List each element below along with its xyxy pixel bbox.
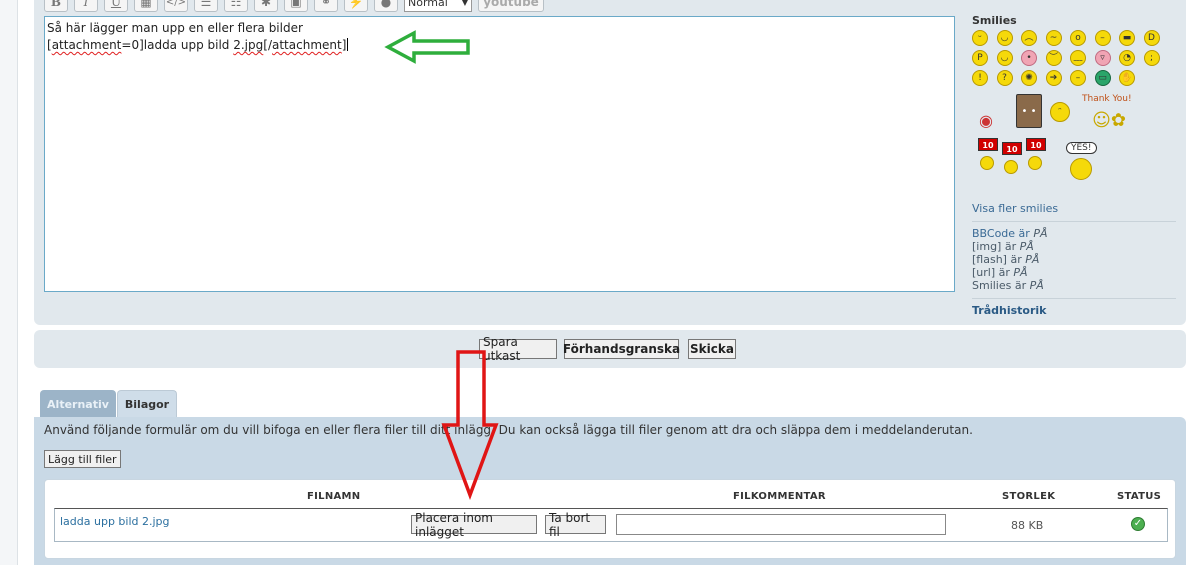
quote-icon[interactable]: ▦: [134, 0, 158, 12]
filename-header: FILNAMN: [307, 491, 361, 502]
tongue-icon[interactable]: P: [972, 50, 988, 66]
link-icon[interactable]: ⚭: [314, 0, 338, 12]
file-name[interactable]: ladda upp bild 2.jpg: [60, 515, 170, 528]
font-size-select[interactable]: Normal ▼: [404, 0, 472, 12]
grin-icon[interactable]: ◡: [996, 30, 1013, 46]
size-header: STORLEK: [1002, 491, 1056, 502]
sidebar-divider: [972, 221, 1176, 222]
big-smilies-area: ◉ • • ᵔ Thank You! ☺✿ 10 10 10 YES!: [972, 94, 1176, 202]
bold-button[interactable]: B: [44, 0, 68, 12]
tab-options[interactable]: Alternativ: [40, 390, 116, 418]
smilies-title: Smilies: [972, 14, 1017, 27]
sidebar-divider-2: [972, 298, 1176, 299]
submit-button[interactable]: Skicka: [688, 339, 736, 359]
table-row: ladda upp bild 2.jpg Placera inom inlägg…: [54, 508, 1168, 542]
preview-button[interactable]: Förhandsgranska: [563, 339, 680, 359]
attachments-table: FILNAMN FILKOMMENTAR STORLEK STATUS ladd…: [44, 479, 1176, 559]
sad-icon[interactable]: ︵: [1021, 30, 1037, 46]
happy-icon[interactable]: ◡: [996, 50, 1013, 66]
editor-sidebar: Smilies ᵕ ◡ ︵ ~ o – ▬ D P ◡ • ︶ ﹏ ▿ ◔ ; …: [972, 14, 1176, 317]
idea-icon[interactable]: ✺: [1021, 70, 1037, 86]
color-icon[interactable]: ●: [374, 0, 398, 12]
message-line-1: Så här lägger man upp en eller flera bil…: [47, 21, 303, 35]
flash-status: [flash] är PÅ: [972, 253, 1040, 266]
smilie-grid: ᵕ ◡ ︵ ~ o – ▬ D P ◡ • ︶ ﹏ ▿ ◔ ; ! ? ✺ ➔ …: [972, 30, 1176, 86]
green-arrow-annotation: [384, 30, 470, 64]
bag-head-icon[interactable]: • •: [1016, 94, 1042, 128]
worried-icon[interactable]: ﹏: [1070, 50, 1086, 66]
code-icon[interactable]: </>: [164, 0, 188, 12]
red-arrow-annotation: [441, 350, 499, 500]
neutral-face-icon[interactable]: –: [1070, 70, 1086, 86]
flash-icon[interactable]: ⚡: [344, 0, 368, 12]
img-status: [img] är PÅ: [972, 240, 1034, 253]
question-icon[interactable]: ?: [996, 70, 1013, 86]
ordered-list-icon[interactable]: ☷: [224, 0, 248, 12]
exclaim-icon[interactable]: !: [972, 70, 988, 86]
attachments-description: Använd följande formulär om du vill bifo…: [44, 423, 973, 437]
status-header: STATUS: [1117, 491, 1162, 502]
confused-icon[interactable]: ~: [1045, 30, 1062, 46]
place-inline-button[interactable]: Placera inom inlägget: [411, 511, 537, 539]
tab-attachments[interactable]: Bilagor: [117, 390, 177, 418]
chevron-down-icon: ▼: [461, 0, 468, 7]
attachments-panel: Använd följande formulär om du vill bifo…: [34, 417, 1186, 565]
left-page-border: [0, 0, 18, 565]
shocked-icon[interactable]: o: [1070, 30, 1086, 46]
list-icon[interactable]: ☰: [194, 0, 218, 12]
submit-button-bar: Spara utkast Förhandsgranska Skicka: [34, 330, 1186, 368]
laugh-icon[interactable]: D: [1143, 30, 1160, 46]
underline-button[interactable]: U: [104, 0, 128, 12]
cool-icon[interactable]: ▬: [1119, 30, 1135, 46]
wave-icon[interactable]: ✋: [1119, 70, 1135, 86]
add-files-button[interactable]: Lägg till filer: [44, 450, 121, 468]
url-status: [url] är PÅ: [972, 266, 1028, 279]
bbcode-link[interactable]: BBCode är: [972, 227, 1033, 240]
italic-button[interactable]: I: [74, 0, 98, 12]
image-icon[interactable]: ▣: [284, 0, 308, 12]
yes-bubble: YES!: [1066, 142, 1097, 154]
smilies-status: Smilies är PÅ: [972, 279, 1044, 292]
target-smilie-icon[interactable]: ◉: [974, 108, 998, 132]
comment-header: FILKOMMENTAR: [733, 491, 826, 502]
check-icon: ✓: [1131, 517, 1145, 531]
file-size: 88 KB: [1011, 519, 1044, 532]
file-comment-input[interactable]: [616, 514, 946, 535]
bbcode-status: BBCode är PÅ: [972, 227, 1048, 240]
mad-icon[interactable]: ︶: [1045, 50, 1062, 66]
neutral-icon[interactable]: –: [1094, 30, 1111, 46]
arrow-icon[interactable]: ➔: [1045, 70, 1062, 86]
text-caret: [347, 38, 349, 51]
smile-icon[interactable]: ᵕ: [972, 30, 988, 46]
thread-history-link[interactable]: Trådhistorik: [972, 304, 1176, 317]
hmm-icon[interactable]: ᵔ: [1050, 102, 1070, 122]
message-textarea[interactable]: Så här lägger man upp en eller flera bil…: [44, 16, 955, 292]
message-line-2: [attachment=0]ladda upp bild 2.jpg[/atta…: [47, 38, 349, 52]
editor-toolbar: B I U ▦ </> ☰ ☷ ✱ ▣ ⚭ ⚡ ● Normal ▼ youtu…: [44, 0, 544, 12]
more-smilies-link[interactable]: Visa fler smilies: [972, 202, 1176, 215]
green-grin-icon[interactable]: ▭: [1094, 70, 1111, 86]
list-item-icon[interactable]: ✱: [254, 0, 278, 12]
thank-you-icon[interactable]: ☺✿: [1090, 108, 1128, 132]
font-size-value: Normal: [408, 0, 448, 9]
editor-panel: B I U ▦ </> ☰ ☷ ✱ ▣ ⚭ ⚡ ● Normal ▼ youtu…: [34, 0, 1186, 325]
youtube-button[interactable]: youtube: [478, 0, 544, 12]
evil-icon[interactable]: ▿: [1094, 50, 1111, 66]
blush-icon[interactable]: •: [1021, 50, 1037, 66]
yes-smilie-icon[interactable]: [1070, 158, 1092, 180]
remove-file-button[interactable]: Ta bort fil: [545, 511, 606, 539]
wink-icon[interactable]: ;: [1143, 50, 1160, 66]
sign-holders-icon[interactable]: 10 10 10: [976, 138, 1048, 186]
roll-eyes-icon[interactable]: ◔: [1119, 50, 1135, 66]
thank-you-text: Thank You!: [1082, 94, 1132, 104]
